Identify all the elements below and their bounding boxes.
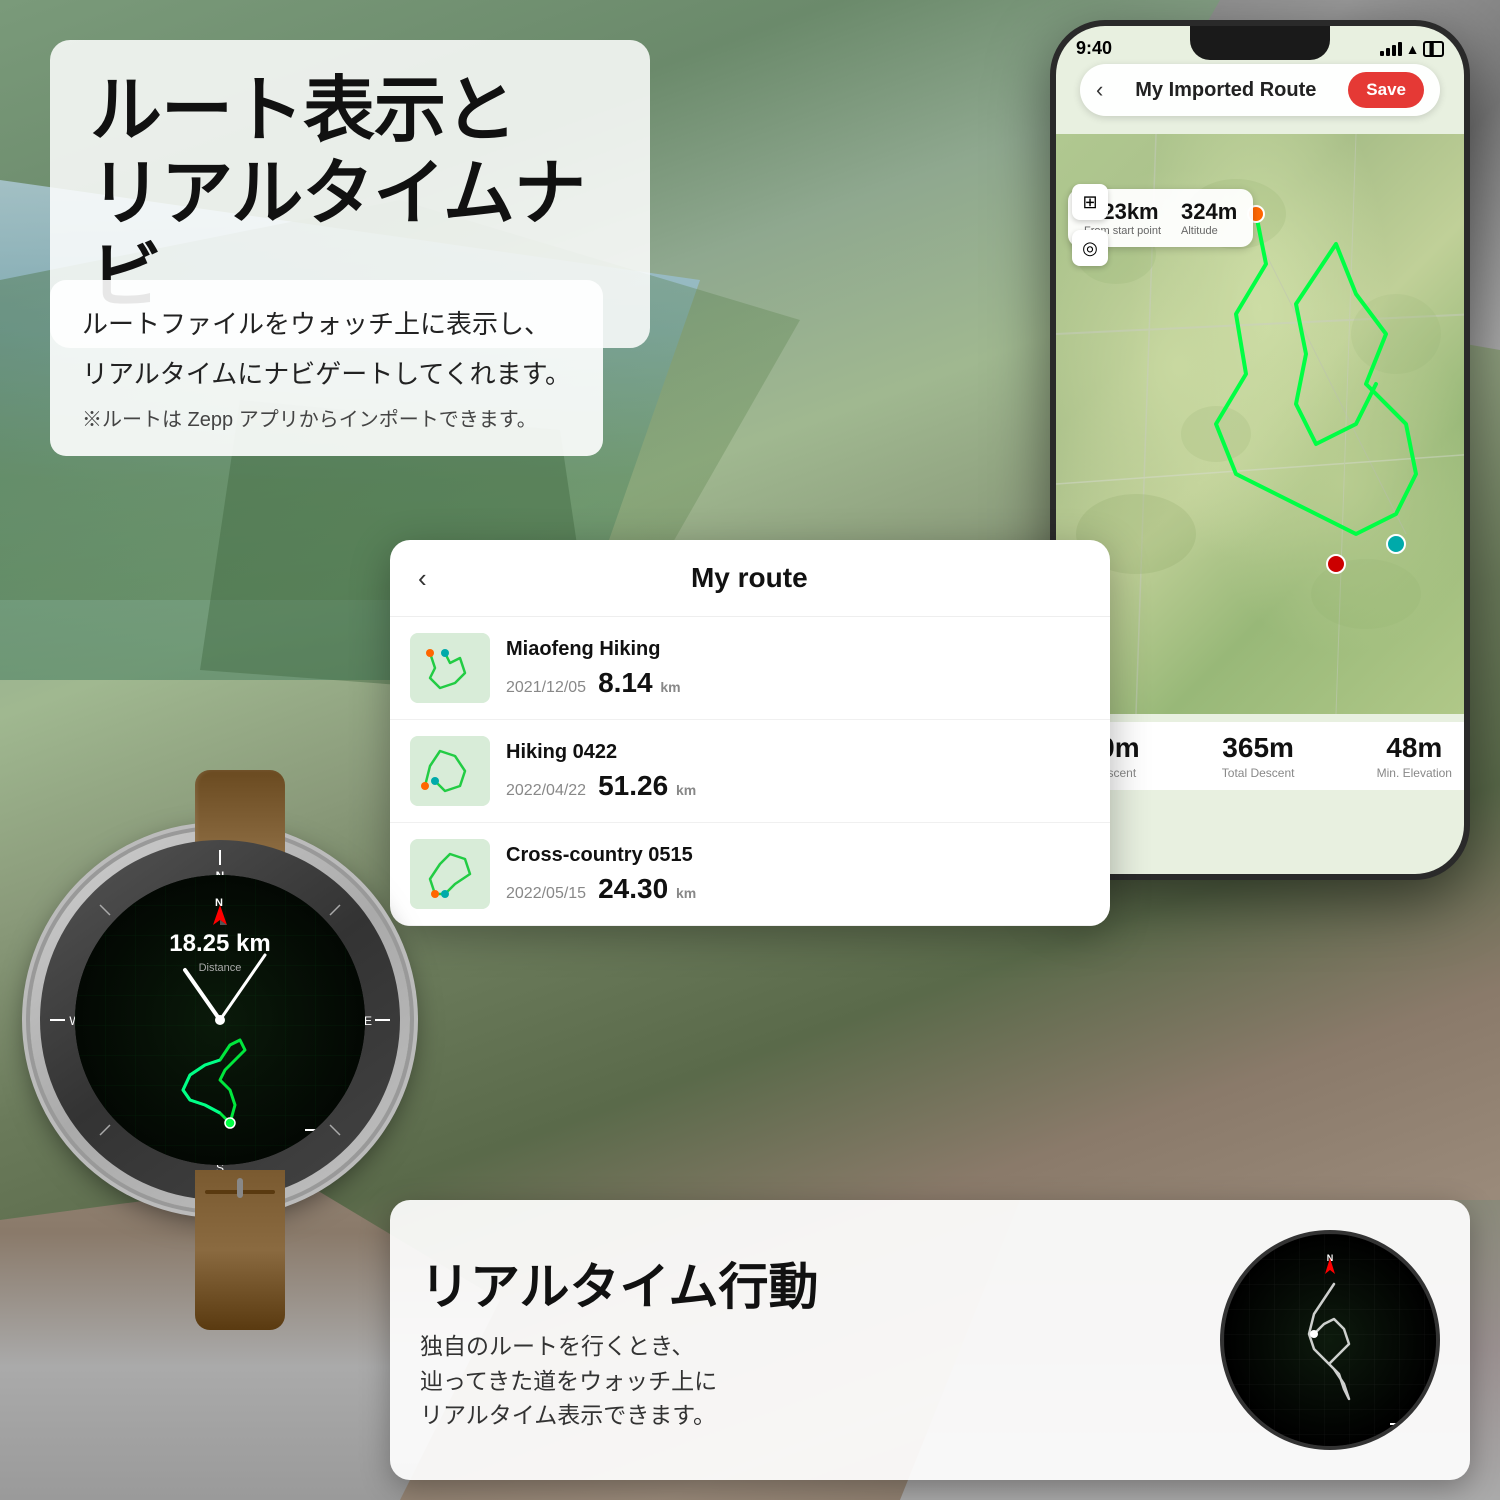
- watch-bezel: N S W E: [40, 840, 400, 1200]
- route-meta-1: 2021/12/05 8.14 km: [506, 667, 1090, 699]
- phone-screen: 9:40 ▲ ▌ ‹: [1056, 26, 1464, 874]
- watch-display: N 18.25 km Di: [75, 875, 365, 1165]
- mini-scale: 1km: [1390, 1423, 1422, 1434]
- route-distance-3: 24.30 km: [598, 873, 696, 905]
- wifi-icon: ▲: [1406, 41, 1420, 57]
- watch-case: N S W E: [30, 830, 410, 1210]
- total-descent-stat: 365m Total Descent: [1222, 732, 1295, 780]
- description-note: ※ルートは Zepp アプリからインポートできます。: [82, 403, 571, 432]
- phone-route-title: My Imported Route: [1115, 79, 1336, 102]
- phone-notch: [1190, 26, 1330, 60]
- route-thumbnail-2: [410, 736, 490, 806]
- mini-scale-line: [1390, 1423, 1422, 1425]
- route-meta-2: 2022/04/22 51.26 km: [506, 770, 1090, 802]
- signal-bar-3: [1392, 45, 1396, 56]
- route-back-button[interactable]: ‹: [418, 563, 427, 594]
- strap-bottom: [195, 1170, 285, 1330]
- route-name-1: Miaofeng Hiking: [506, 638, 1090, 661]
- route-info-3: Cross-country 0515 2022/05/15 24.30 km: [506, 844, 1090, 905]
- signal-bar-1: [1380, 51, 1384, 56]
- altitude-label: Altitude: [1181, 225, 1237, 237]
- route-date-2: 2022/04/22: [506, 782, 586, 800]
- route-distance-2: 51.26 km: [598, 770, 696, 802]
- route-thumbnail-1: [410, 633, 490, 703]
- phone-map: 9.23km From start point 324m Altitude ⊞: [1056, 134, 1464, 714]
- altitude-value: 324m: [1181, 199, 1237, 224]
- route-name-3: Cross-country 0515: [506, 844, 1090, 867]
- mini-route-svg: [1224, 1234, 1436, 1446]
- phone-mockup: 9:40 ▲ ▌ ‹: [1050, 20, 1470, 880]
- route-meta-3: 2022/05/15 24.30 km: [506, 873, 1090, 905]
- compass-control[interactable]: ◎: [1072, 230, 1108, 266]
- watch-container: N S W E: [30, 830, 450, 1250]
- route-info-2: Hiking 0422 2022/04/22 51.26 km: [506, 741, 1090, 802]
- status-time: 9:40: [1076, 38, 1112, 59]
- mini-watch-display: N 1km: [1224, 1234, 1436, 1446]
- min-elevation-stat: 48m Min. Elevation: [1377, 732, 1452, 780]
- my-route-header: ‹ My route: [390, 540, 1110, 617]
- status-icons: ▲ ▌: [1380, 41, 1444, 57]
- content-layer: ルート表示とリアルタイムナビ ルートファイルをウォッチ上に表示し、 リアルタイム…: [0, 0, 1500, 1500]
- route-item-2[interactable]: Hiking 0422 2022/04/22 51.26 km: [390, 720, 1110, 823]
- signal-bar-2: [1386, 48, 1390, 56]
- watch-hands-svg: [75, 875, 365, 1165]
- buckle-pin: [237, 1178, 243, 1198]
- battery-icon: ▌: [1423, 41, 1444, 57]
- mini-scale-label: 1km: [1390, 1427, 1422, 1434]
- my-route-panel: ‹ My route Miaofeng Hiking 2021/12/05 8.…: [390, 540, 1110, 926]
- route-item-1[interactable]: Miaofeng Hiking 2021/12/05 8.14 km: [390, 617, 1110, 720]
- watch-scale: 1km: [305, 1129, 347, 1143]
- scale-line: [305, 1129, 347, 1131]
- route-distance-1: 8.14 km: [598, 667, 681, 699]
- altitude-stat: 324m Altitude: [1181, 199, 1237, 237]
- signal-bars-icon: [1380, 42, 1402, 56]
- description-line1: ルートファイルをウォッチ上に表示し、: [82, 304, 571, 346]
- my-route-title: My route: [447, 562, 1052, 594]
- back-button[interactable]: ‹: [1096, 77, 1103, 103]
- compass-icon: ◎: [1082, 238, 1098, 259]
- total-descent-value: 365m: [1222, 732, 1295, 764]
- mini-watch: N 1km: [1220, 1230, 1440, 1450]
- min-elevation-value: 48m: [1377, 732, 1452, 764]
- layers-icon: ⊞: [1082, 192, 1097, 213]
- realtime-desc: 独自のルートを行くとき、 辿ってきた道をウォッチ上に リアルタイム表示できます。: [420, 1329, 1190, 1433]
- min-elevation-label: Min. Elevation: [1377, 766, 1452, 780]
- realtime-title: リアルタイム行動: [420, 1247, 1190, 1319]
- phone-top-bar: ‹ My Imported Route Save: [1080, 64, 1440, 116]
- bottom-stats-container: 380m Total Ascent 365m Total Descent: [1056, 722, 1464, 790]
- realtime-text: リアルタイム行動 独自のルートを行くとき、 辿ってきた道をウォッチ上に リアルタ…: [420, 1247, 1190, 1433]
- description-line2: リアルタイムにナビゲートしてくれます。: [82, 354, 571, 396]
- phone-body: 9:40 ▲ ▌ ‹: [1050, 20, 1470, 880]
- save-button[interactable]: Save: [1348, 72, 1424, 108]
- phone-nav: ‹ My Imported Route Save: [1056, 64, 1464, 126]
- route-item-3[interactable]: Cross-country 0515 2022/05/15 24.30 km: [390, 823, 1110, 926]
- description-area: ルートファイルをウォッチ上に表示し、 リアルタイムにナビゲートしてくれます。 ※…: [50, 280, 603, 456]
- signal-bar-4: [1398, 42, 1402, 56]
- bottom-stats-row: 380m Total Ascent 365m Total Descent: [1068, 732, 1452, 780]
- route-info-1: Miaofeng Hiking 2021/12/05 8.14 km: [506, 638, 1090, 699]
- realtime-section: リアルタイム行動 独自のルートを行くとき、 辿ってきた道をウォッチ上に リアルタ…: [390, 1200, 1470, 1480]
- svg-text:E: E: [364, 1014, 372, 1028]
- route-date-1: 2021/12/05: [506, 679, 586, 697]
- route-name-2: Hiking 0422: [506, 741, 1090, 764]
- scale-label: 1km: [305, 1133, 347, 1143]
- route-date-3: 2022/05/15: [506, 885, 586, 903]
- watch-screen: N 18.25 km Di: [75, 875, 365, 1165]
- total-descent-label: Total Descent: [1222, 766, 1295, 780]
- layers-control[interactable]: ⊞: [1072, 184, 1108, 220]
